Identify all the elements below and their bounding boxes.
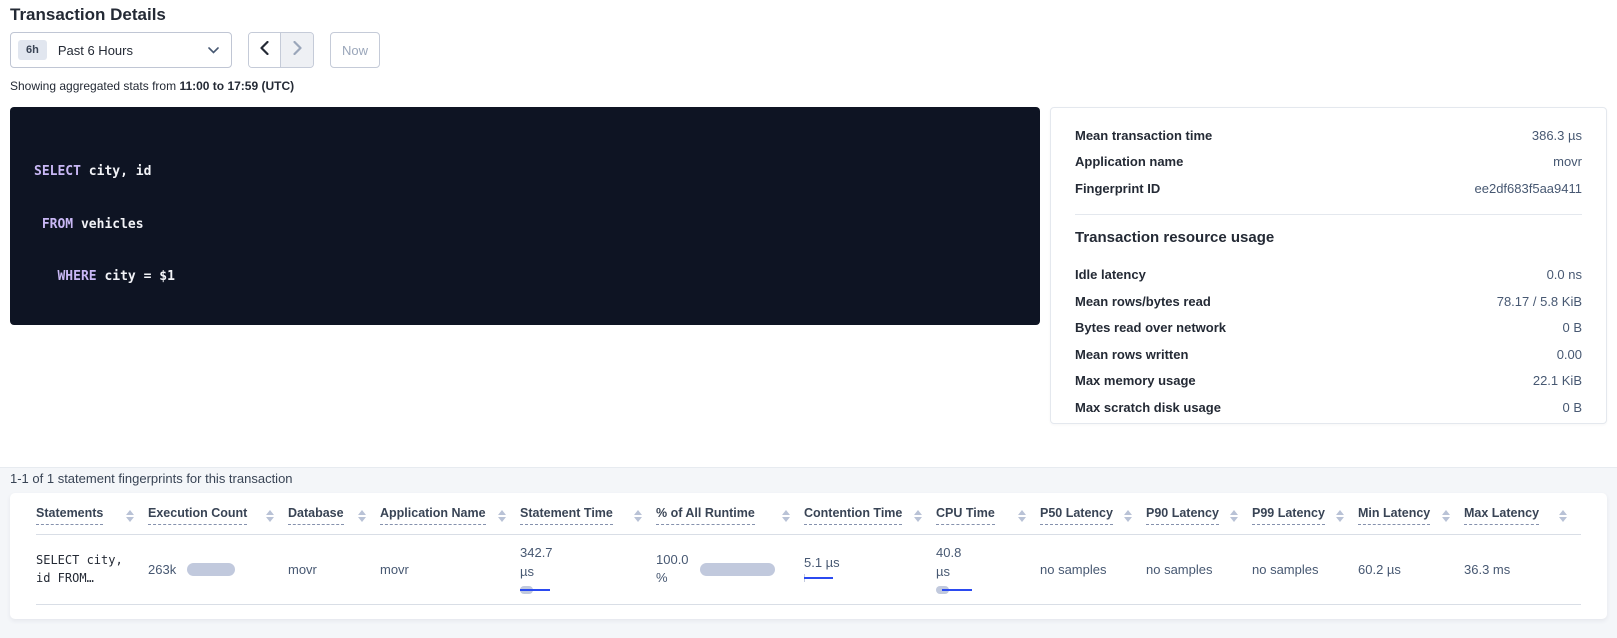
cell-application-name: movr [380, 535, 520, 605]
cell-execution-count: 263k [148, 535, 288, 605]
now-button[interactable]: Now [330, 32, 380, 68]
col-header-statements[interactable]: Statements [36, 493, 148, 535]
caption-range: 11:00 to 17:59 (UTC) [179, 79, 294, 93]
cell-min-latency: 60.2 µs [1358, 535, 1464, 605]
cell-database: movr [288, 535, 380, 605]
cell-p50-latency: no samples [1040, 535, 1146, 605]
summary-row-fingerprint-id: Fingerprint ID ee2df683f5aa9411 [1075, 175, 1582, 202]
sort-icon[interactable] [122, 510, 134, 522]
sql-line: WHERE city = $1 [34, 268, 1016, 286]
resource-row-max-scratch-disk-usage: Max scratch disk usage 0 B [1075, 394, 1582, 421]
statement-time-bar-chart [520, 586, 566, 595]
cell-max-latency: 36.3 ms [1464, 535, 1581, 605]
page-title: Transaction Details [10, 5, 166, 25]
sql-keyword: FROM [42, 217, 73, 232]
next-interval-button[interactable] [281, 33, 313, 67]
resource-row-bytes-read-over-network: Bytes read over network 0 B [1075, 315, 1582, 342]
col-header-execution-count[interactable]: Execution Count [148, 493, 288, 535]
pct-runtime-bar [700, 563, 775, 576]
table-header-row: Statements Execution Count Database Appl… [36, 493, 1581, 535]
cell-statement-time: 342.7 µs [520, 535, 656, 605]
fingerprints-count-caption: 1-1 of 1 statement fingerprints for this… [10, 471, 293, 486]
time-range-label: Past 6 Hours [58, 43, 208, 58]
transaction-summary-panel: Mean transaction time 386.3 µs Applicati… [1050, 107, 1607, 424]
time-range-badge: 6h [18, 40, 47, 60]
resource-row-mean-rows-written: Mean rows written 0.00 [1075, 341, 1582, 368]
cell-p99-latency: no samples [1252, 535, 1358, 605]
col-header-cpu-time[interactable]: CPU Time [936, 493, 1040, 535]
previous-interval-button[interactable] [249, 33, 281, 67]
summary-row-mean-transaction-time: Mean transaction time 386.3 µs [1075, 122, 1582, 149]
sql-keyword: SELECT [34, 164, 81, 179]
cell-pct-of-all-runtime: 100.0 % [656, 535, 804, 605]
col-header-max-latency[interactable]: Max Latency [1464, 493, 1581, 535]
col-header-p50-latency[interactable]: P50 Latency [1040, 493, 1146, 535]
col-header-pct-of-all-runtime[interactable]: % of All Runtime [656, 493, 804, 535]
sql-statement-box: SELECT city, id FROM vehicles WHERE city… [10, 107, 1040, 325]
summary-divider [1075, 214, 1582, 215]
statement-link[interactable]: SELECT city, id FROM… [36, 551, 134, 588]
sort-icon[interactable] [1332, 510, 1344, 522]
resource-row-max-memory-usage: Max memory usage 22.1 KiB [1075, 368, 1582, 395]
sort-icon[interactable] [1226, 510, 1238, 522]
cell-contention-time: 5.1 µs [804, 535, 936, 605]
col-header-database[interactable]: Database [288, 493, 380, 535]
col-header-application-name[interactable]: Application Name [380, 493, 520, 535]
cpu-time-bar-chart [936, 586, 982, 595]
sort-icon[interactable] [910, 510, 922, 522]
resource-row-idle-latency: Idle latency 0.0 ns [1075, 262, 1582, 289]
statements-table-card: Statements Execution Count Database Appl… [10, 493, 1607, 619]
cell-cpu-time: 40.8 µs [936, 535, 1040, 605]
resource-row-mean-rows-bytes-read: Mean rows/bytes read 78.17 / 5.8 KiB [1075, 288, 1582, 315]
sort-icon[interactable] [262, 510, 274, 522]
sql-keyword: WHERE [57, 269, 96, 284]
sort-icon[interactable] [494, 510, 506, 522]
contention-time-bar-chart [804, 574, 838, 583]
statement-row: SELECT city, id FROM… 263k movr movr 342… [36, 535, 1581, 605]
sort-icon[interactable] [1120, 510, 1132, 522]
cell-statement: SELECT city, id FROM… [36, 535, 148, 605]
sort-icon[interactable] [1555, 510, 1567, 522]
resource-usage-title: Transaction resource usage [1075, 229, 1582, 246]
col-header-contention-time[interactable]: Contention Time [804, 493, 936, 535]
col-header-statement-time[interactable]: Statement Time [520, 493, 656, 535]
time-range-dropdown[interactable]: 6h Past 6 Hours [10, 32, 232, 68]
aggregated-stats-caption: Showing aggregated stats from 11:00 to 1… [10, 79, 294, 93]
statements-table: Statements Execution Count Database Appl… [36, 493, 1581, 605]
sort-icon[interactable] [354, 510, 366, 522]
caption-prefix: Showing aggregated stats from [10, 79, 179, 93]
sort-icon[interactable] [630, 510, 642, 522]
col-header-min-latency[interactable]: Min Latency [1358, 493, 1464, 535]
sql-line: SELECT city, id [34, 163, 1016, 181]
col-header-p90-latency[interactable]: P90 Latency [1146, 493, 1252, 535]
chevron-left-icon [260, 41, 269, 60]
sort-icon[interactable] [778, 510, 790, 522]
chevron-right-icon [293, 41, 302, 60]
chevron-down-icon [208, 41, 219, 59]
cell-p90-latency: no samples [1146, 535, 1252, 605]
summary-row-application-name: Application name movr [1075, 149, 1582, 176]
time-nav-group [248, 32, 314, 68]
sort-icon[interactable] [1014, 510, 1026, 522]
col-header-p99-latency[interactable]: P99 Latency [1252, 493, 1358, 535]
time-picker-row: 6h Past 6 Hours Now [10, 32, 380, 68]
sql-line: FROM vehicles [34, 216, 1016, 234]
execution-count-bar [187, 563, 235, 576]
sort-icon[interactable] [1438, 510, 1450, 522]
